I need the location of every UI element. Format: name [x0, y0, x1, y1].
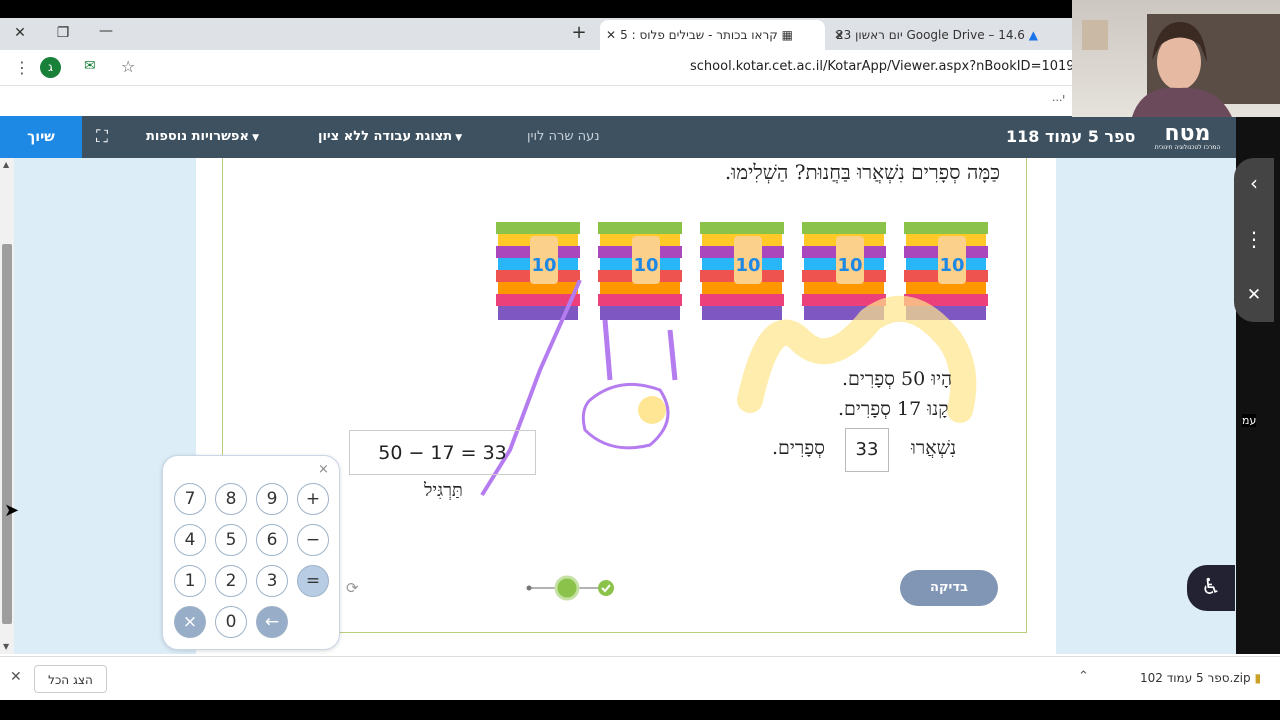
extension-icon[interactable]: ✉ — [84, 58, 96, 74]
webcam-person — [1082, 14, 1280, 117]
fullscreen-icon[interactable]: ⛶ — [96, 116, 108, 158]
story-line-3-suffix: סְפָרִים. — [772, 437, 825, 459]
share-button[interactable]: שיוך — [0, 116, 82, 158]
scrollbar-thumb[interactable] — [2, 244, 12, 624]
tab-label: קראו בכותר - שבילים פלוס : 5 — [620, 28, 778, 42]
matach-logo: מטח המרכז לטכנולוגיה חינוכית — [1145, 123, 1230, 151]
question-text: כַּמָּה סְפָרִים נִשְׁאֲרוּ בַּחֲנוּת? ה… — [724, 160, 1000, 184]
calc-clear-button[interactable]: × — [174, 606, 206, 638]
calc-key-9[interactable]: 9 — [256, 483, 288, 515]
side-panel-tab: ‹ ⋮ ✕ — [1234, 158, 1274, 322]
calc-key-8[interactable]: 8 — [215, 483, 247, 515]
calc-backspace-button[interactable]: ← — [256, 606, 288, 638]
calc-key-equals[interactable]: = — [297, 565, 329, 597]
drive-icon: ▲ — [1028, 28, 1038, 42]
close-icon[interactable]: ✕ — [1242, 280, 1266, 310]
more-vertical-icon[interactable]: ⋮ — [1242, 224, 1266, 254]
download-file-name: ספר 5 עמוד 102.zip — [1140, 671, 1251, 685]
downloads-close-icon[interactable]: ✕ — [10, 669, 22, 685]
calc-key-3[interactable]: 3 — [256, 565, 288, 597]
new-tab-button[interactable]: + — [569, 23, 589, 43]
app-toolbar: שיוך ⛶ ▼ אפשרויות נוספות ▼ תצוגת עבודה ל… — [0, 116, 1240, 158]
answer-input[interactable]: 33 — [845, 428, 889, 472]
story-line-3-prefix: נִשְׁאֲרוּ — [911, 437, 957, 459]
tab-favicon: ▦ — [781, 28, 793, 42]
show-all-button[interactable]: הצג הכל — [34, 665, 107, 693]
calculator-close-icon[interactable]: × — [318, 462, 329, 477]
tab-kotar[interactable]: ✕ ▦ קראו בכותר - שבילים פלוס : 5 — [600, 20, 825, 50]
bookmark-star-icon[interactable]: ☆ — [121, 57, 135, 76]
scroll-up-icon[interactable]: ▲ — [3, 160, 9, 169]
left-scrollbar[interactable]: ▲ ▼ — [0, 158, 14, 654]
more-options-menu[interactable]: ▼ אפשרויות נוספות — [146, 116, 259, 158]
practice-label: תַּרְגִּיל — [424, 480, 463, 501]
calc-key-1[interactable]: 1 — [174, 565, 206, 597]
story-line-2: קָנוּ 17 סְפָרִים. — [838, 398, 949, 420]
calc-key-6[interactable]: 6 — [256, 524, 288, 556]
completed-step[interactable] — [598, 580, 614, 596]
zip-file-icon: ▮ — [1254, 671, 1262, 685]
refresh-icon[interactable]: ⟳ — [346, 579, 359, 597]
calc-key-4[interactable]: 4 — [174, 524, 206, 556]
window-restore-icon[interactable]: ❐ — [53, 23, 73, 43]
bookmark-overflow[interactable]: ...י — [1052, 91, 1065, 104]
scroll-down-icon[interactable]: ▼ — [3, 642, 9, 651]
price-tag: 10 — [939, 255, 964, 276]
chevron-down-icon: ▼ — [452, 133, 463, 143]
tab-label: Google Drive – 14.6 יום ראשון 23 — [835, 28, 1025, 42]
work-view-label: תצוגת עבודה ללא ציון — [318, 129, 453, 144]
price-tag: 10 — [633, 255, 658, 276]
tab-close-icon[interactable]: ✕ — [834, 20, 844, 50]
webcam-overlay — [1072, 0, 1280, 117]
more-options-label: אפשרויות נוספות — [146, 129, 249, 144]
screen: ✕ ❐ — + ✕ ▦ קראו בכותר - שבילים פלוס : 5… — [0, 0, 1280, 720]
story-line-1: הָיוּ 50 סְפָרִים. — [842, 368, 953, 390]
chevron-left-icon[interactable]: ‹ — [1242, 168, 1266, 198]
bottom-black-bar — [0, 700, 1280, 720]
download-item[interactable]: ספר 5 עמוד 102.zip ▮ — [1140, 671, 1261, 685]
progress-steps — [526, 575, 614, 601]
equation-field[interactable]: 50 − 17 = 33 — [349, 430, 536, 475]
price-tag: 10 — [531, 255, 556, 276]
user-name: נעה שרה לוין — [527, 129, 600, 144]
price-tag: 10 — [735, 255, 760, 276]
book-title: ספר 5 עמוד 118 — [1006, 127, 1136, 146]
work-view-menu[interactable]: ▼ תצוגת עבודה ללא ציון — [318, 116, 462, 158]
calc-key-5[interactable]: 5 — [215, 524, 247, 556]
accessibility-icon[interactable]: ♿ — [1187, 565, 1235, 611]
menu-dots-icon[interactable]: ⋮ — [14, 58, 30, 77]
side-label: עמ — [1242, 414, 1257, 427]
tab-google-drive[interactable]: ✕ ▲ Google Drive – 14.6 יום ראשון 23 — [828, 20, 1068, 50]
check-button[interactable]: בדיקה — [900, 570, 998, 606]
calculator-panel[interactable]: × 7 8 9 + 4 5 6 − 1 2 3 = × 0 ← — [162, 455, 340, 650]
logo-subtitle: המרכז לטכנולוגיה חינוכית — [1154, 144, 1221, 151]
chevron-down-icon: ▼ — [248, 133, 260, 143]
chevron-up-icon[interactable]: ⌃ — [1078, 669, 1089, 684]
current-step[interactable] — [554, 575, 580, 601]
logo-text: מטח — [1164, 121, 1211, 146]
pen-annotations — [480, 280, 977, 497]
calc-key-minus[interactable]: − — [297, 524, 329, 556]
url-field[interactable]: school.kotar.cet.ac.il/KotarApp/Viewer.a… — [690, 59, 1127, 74]
profile-avatar[interactable]: ג — [40, 57, 61, 78]
mouse-cursor-icon: ➤ — [4, 500, 20, 521]
calc-key-2[interactable]: 2 — [215, 565, 247, 597]
calc-key-7[interactable]: 7 — [174, 483, 206, 515]
downloads-bar: ✕ הצג הכל ⌃ ספר 5 עמוד 102.zip ▮ — [0, 656, 1280, 700]
tab-close-icon[interactable]: ✕ — [606, 20, 616, 50]
window-minimize-icon[interactable]: — — [96, 21, 116, 41]
window-close-icon[interactable]: ✕ — [10, 23, 30, 43]
calc-key-plus[interactable]: + — [297, 483, 329, 515]
price-tag: 10 — [837, 255, 862, 276]
calc-key-0[interactable]: 0 — [215, 606, 247, 638]
